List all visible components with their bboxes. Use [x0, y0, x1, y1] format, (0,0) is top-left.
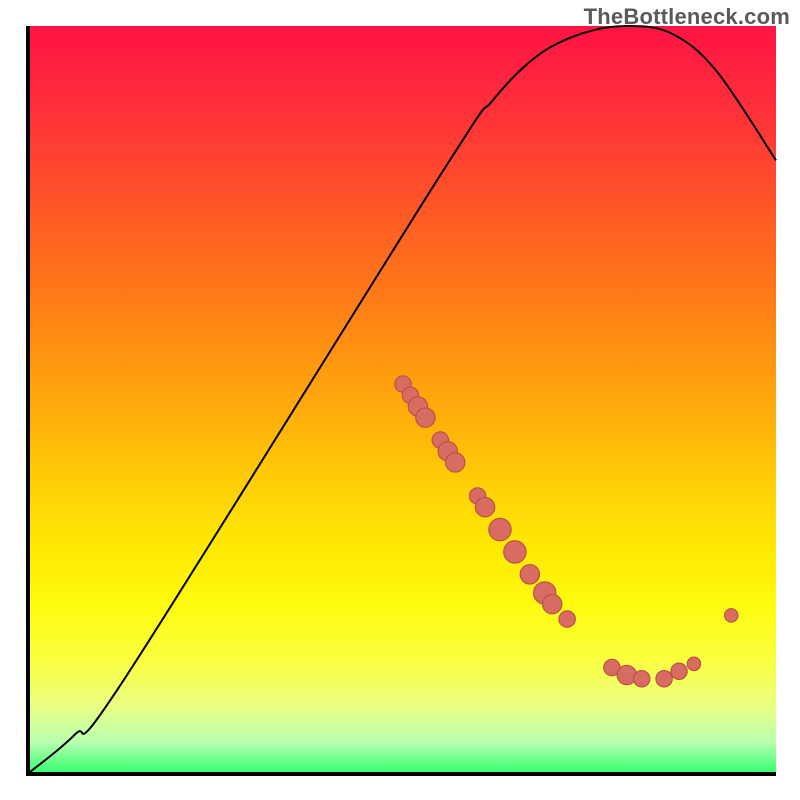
- watermark-text: TheBottleneck.com: [584, 4, 790, 30]
- data-point: [543, 594, 562, 613]
- data-point: [671, 663, 687, 679]
- data-point: [656, 671, 672, 687]
- data-point: [416, 408, 435, 427]
- data-point: [475, 497, 494, 516]
- data-point: [520, 565, 539, 584]
- data-point: [725, 609, 738, 622]
- chart-plot-area: [26, 26, 776, 776]
- data-point: [446, 453, 465, 472]
- data-point: [489, 518, 511, 540]
- data-points: [395, 376, 738, 687]
- data-point: [687, 657, 700, 670]
- data-point: [559, 611, 575, 627]
- bottleneck-chart: [30, 26, 776, 772]
- data-point: [634, 671, 650, 687]
- data-point: [504, 541, 526, 563]
